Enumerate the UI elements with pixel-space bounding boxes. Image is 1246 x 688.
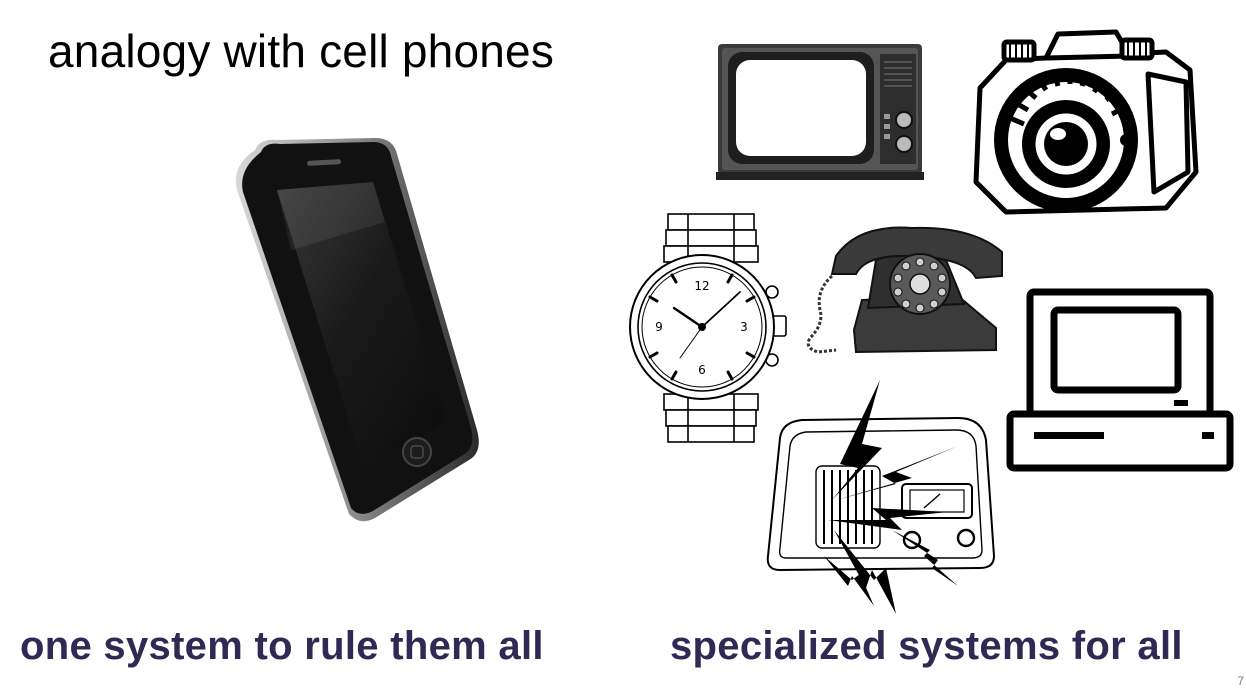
television-icon xyxy=(716,44,924,180)
watch-dial-3: 3 xyxy=(740,320,748,334)
smartphone-icon xyxy=(235,138,479,522)
watch-dial-6: 6 xyxy=(698,363,706,377)
computer-icon xyxy=(1006,288,1234,472)
watch-dial-9: 9 xyxy=(655,320,663,334)
radio-icon xyxy=(766,380,996,614)
right-caption: specialized systems for all xyxy=(670,624,1183,668)
page-number: 7 xyxy=(1237,674,1244,688)
watch-dial-12: 12 xyxy=(694,279,709,293)
left-caption: one system to rule them all xyxy=(20,624,544,668)
slide-title: analogy with cell phones xyxy=(48,25,555,77)
camera-icon xyxy=(973,29,1199,215)
rotary-telephone-icon xyxy=(806,226,1003,354)
